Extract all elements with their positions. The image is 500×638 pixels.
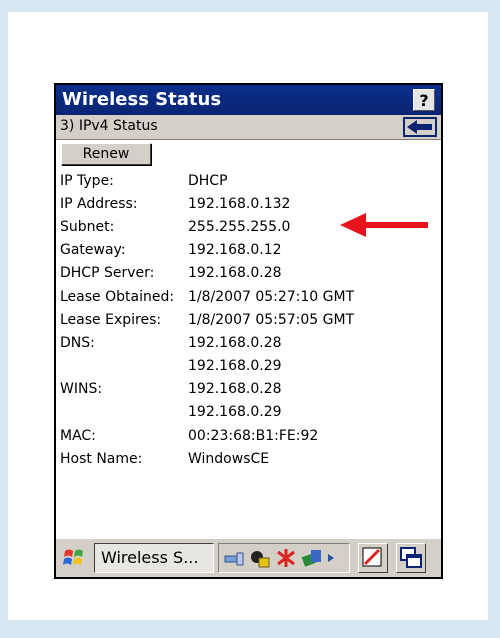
red-arrow-annotation (340, 213, 428, 237)
section-header: 3) IPv4 Status (56, 115, 441, 140)
system-tray (218, 543, 350, 573)
windows-start-icon (63, 549, 83, 565)
field-value: 192.168.0.12 (188, 242, 282, 259)
field-value: 192.168.0.28 (188, 334, 282, 351)
lock-icon[interactable] (249, 547, 271, 569)
edit-icon (362, 547, 382, 567)
start-button[interactable] (59, 543, 89, 573)
status-field-row: DNS: 192.168.0.28 (60, 331, 437, 354)
field-label: Lease Expires: (60, 311, 162, 328)
status-field-row: DHCP Server: 192.168.0.28 (60, 262, 437, 285)
title-bar: Wireless Status ? (56, 85, 441, 115)
status-field-row: WINS: 192.168.0.28 (60, 378, 437, 401)
field-value: 00:23:68:B1:FE:92 (188, 427, 319, 444)
section-label: 3) IPv4 Status (60, 118, 158, 134)
status-field-row: Gateway: 192.168.0.12 (60, 239, 437, 262)
field-value: 1/8/2007 05:57:05 GMT (188, 311, 355, 328)
edit-button[interactable] (358, 543, 388, 573)
status-field-row: IP Address: 192.168.0.132 (60, 192, 437, 215)
connection-icon[interactable] (301, 547, 323, 569)
field-label: WINS: (60, 381, 103, 398)
field-value: WindowsCE (188, 450, 270, 467)
tray-arrow-icon[interactable] (327, 547, 335, 569)
device-screen: Wireless Status ? 3) IPv4 Status Renew I… (54, 83, 443, 579)
status-field-row: Lease Expires: 1/8/2007 05:57:05 GMT (60, 308, 437, 331)
field-value: 192.168.0.28 (188, 381, 282, 398)
task-wireless-status[interactable]: Wireless S... (94, 543, 214, 573)
wireless-off-icon[interactable] (275, 547, 297, 569)
field-label: MAC: (60, 427, 96, 444)
back-button[interactable] (403, 117, 437, 137)
switch-windows-icon (400, 547, 422, 568)
status-field-row: Host Name: WindowsCE (60, 447, 437, 470)
field-value: 192.168.0.29 (188, 404, 282, 421)
renew-button[interactable]: Renew (61, 143, 151, 165)
field-value: 192.168.0.132 (188, 195, 291, 212)
status-field-row: IP Type: DHCP (60, 169, 437, 192)
field-label: IP Address: (60, 195, 138, 212)
field-value: 255.255.255.0 (188, 218, 291, 235)
taskbar: Wireless S... (56, 538, 441, 577)
back-arrow-icon (407, 120, 432, 134)
field-value: 192.168.0.28 (188, 265, 282, 282)
status-field-row: MAC: 00:23:68:B1:FE:92 (60, 424, 437, 447)
switch-windows-button[interactable] (396, 543, 426, 573)
status-field-row: Lease Obtained: 1/8/2007 05:27:10 GMT (60, 285, 437, 308)
field-value: 192.168.0.29 (188, 358, 282, 375)
field-label: Subnet: (60, 218, 115, 235)
network-icon[interactable] (223, 547, 245, 569)
field-value: DHCP (188, 172, 228, 189)
help-button[interactable]: ? (413, 89, 435, 111)
field-label: Lease Obtained: (60, 288, 175, 305)
status-field-row: 192.168.0.29 (60, 355, 437, 378)
field-label: DHCP Server: (60, 265, 155, 282)
field-value: 1/8/2007 05:27:10 GMT (188, 288, 355, 305)
field-label: Host Name: (60, 450, 143, 467)
status-field-row: 192.168.0.29 (60, 401, 437, 424)
field-label: DNS: (60, 334, 95, 351)
field-label: IP Type: (60, 172, 114, 189)
field-label: Gateway: (60, 242, 126, 259)
window-title: Wireless Status (62, 89, 222, 110)
